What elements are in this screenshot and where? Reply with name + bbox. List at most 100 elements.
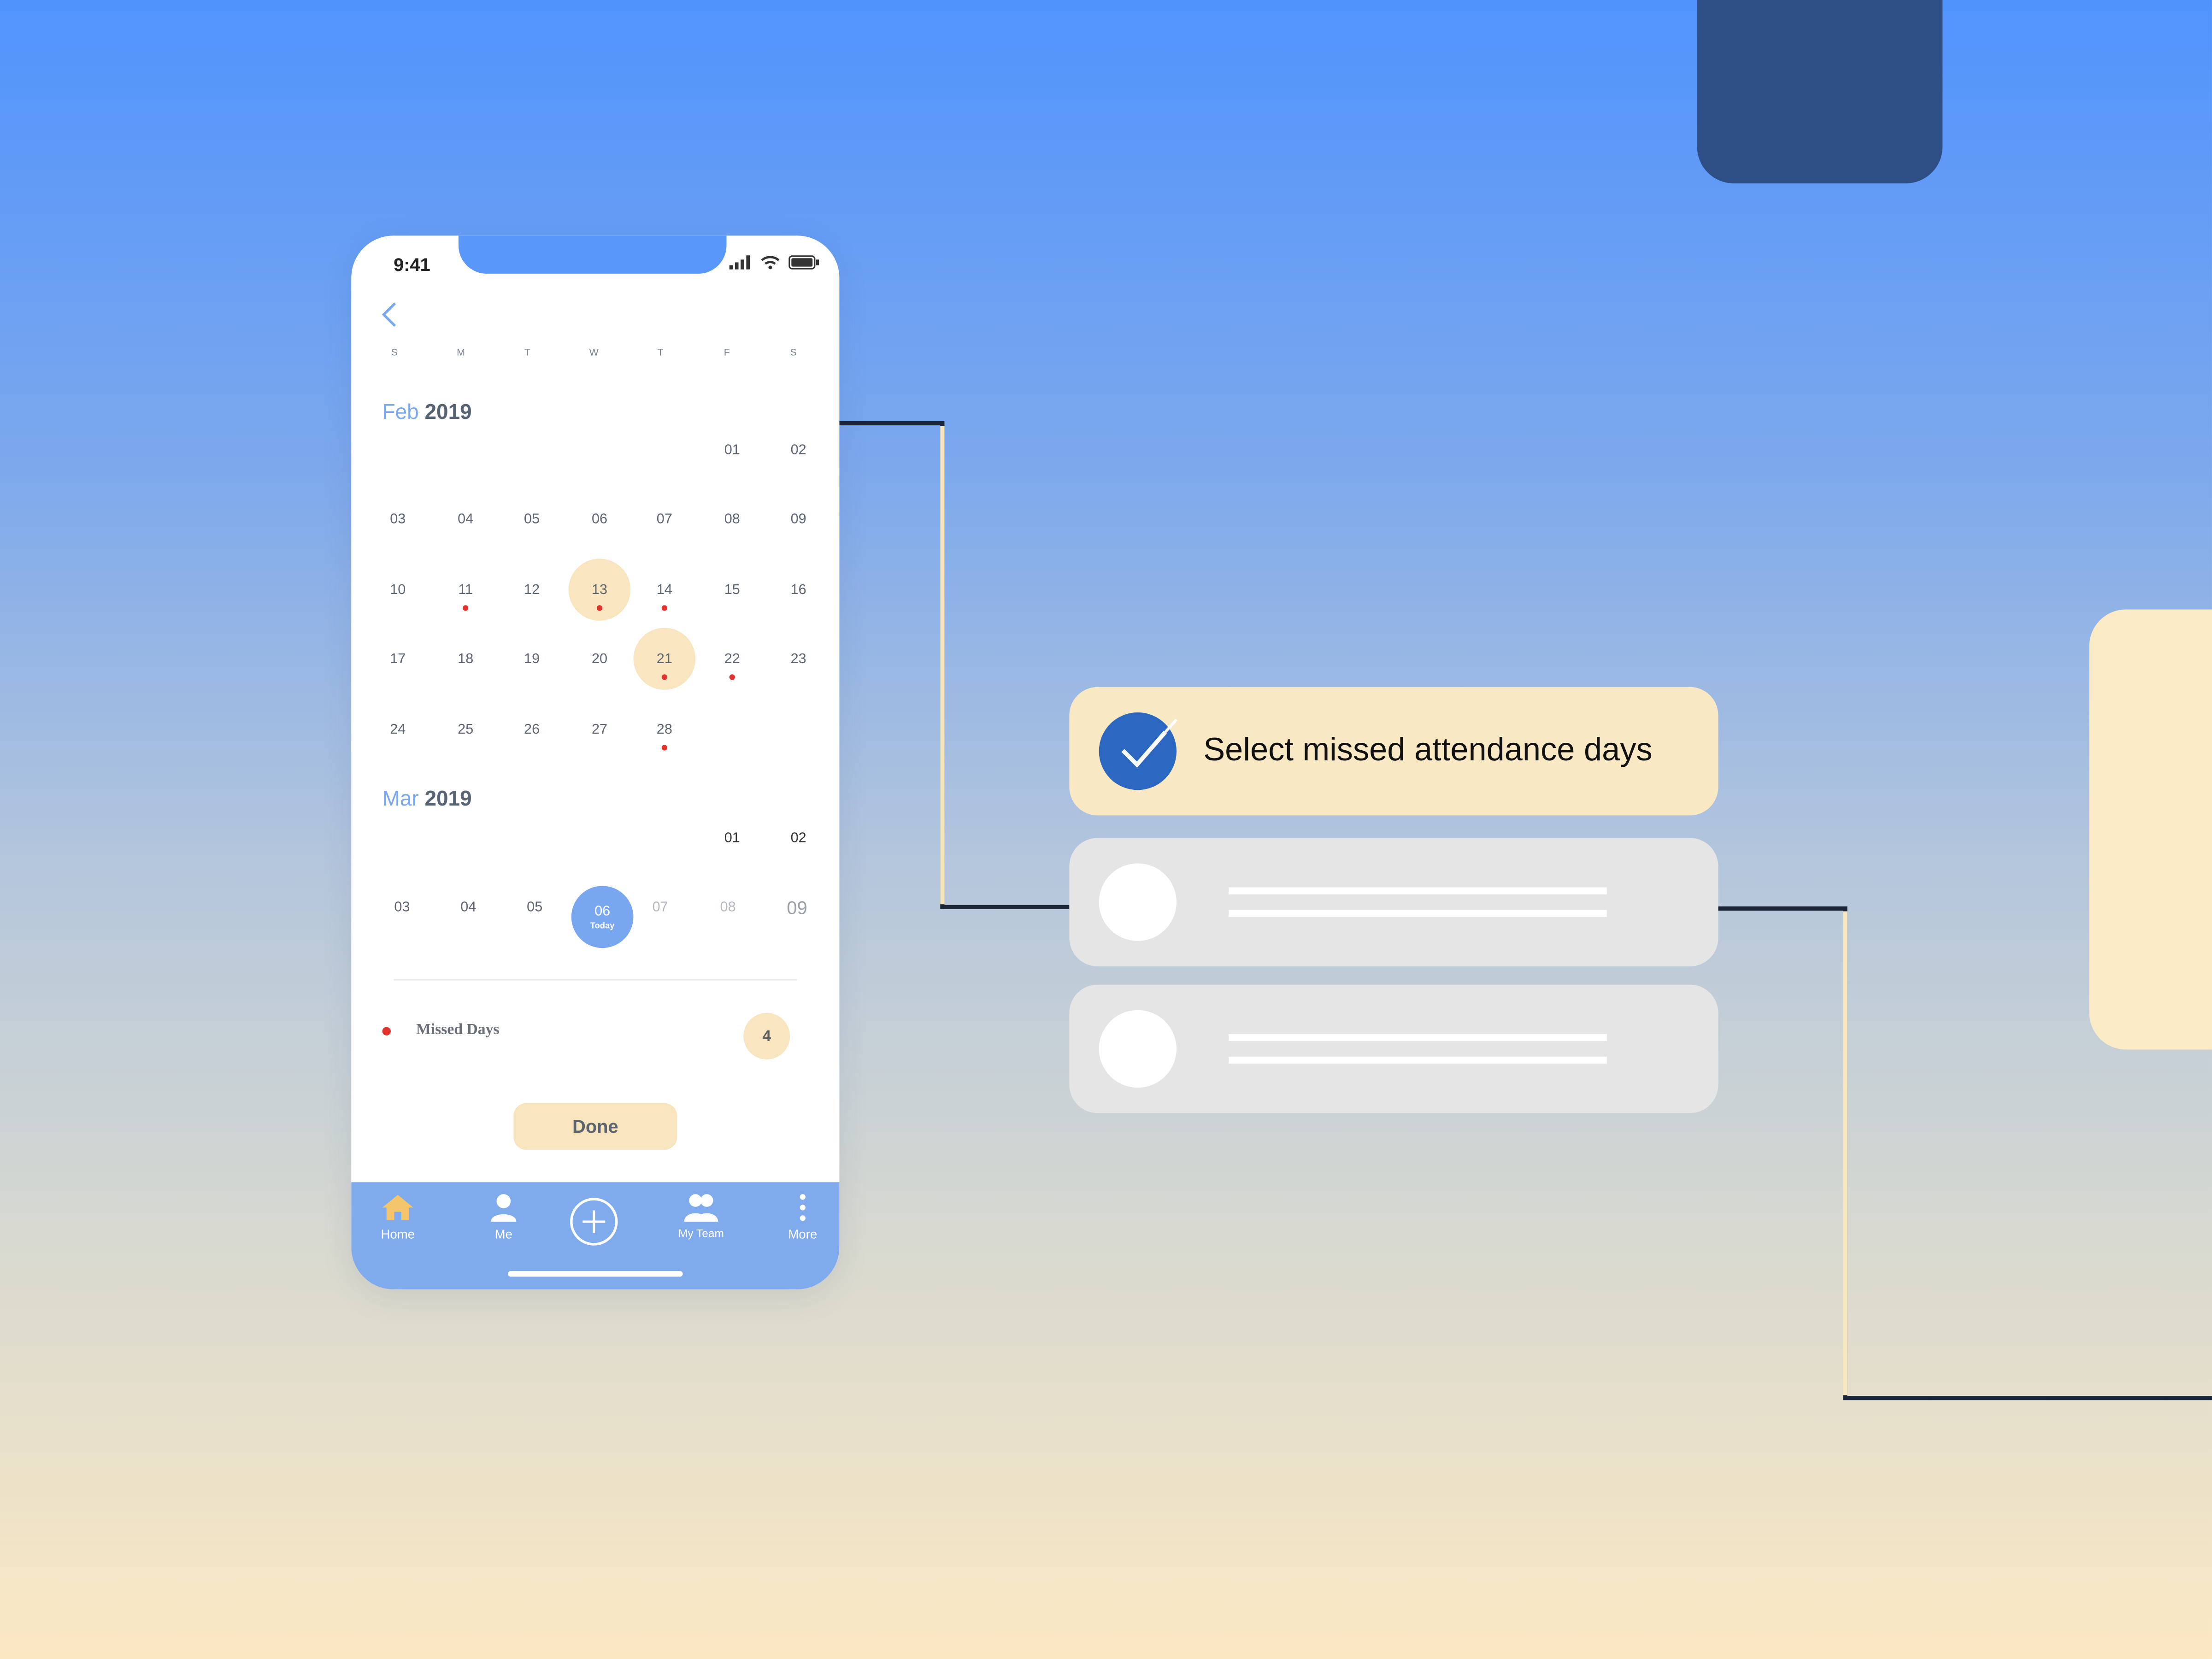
day-number: 09 [787, 896, 807, 918]
phone-notch [458, 235, 727, 274]
missed-day-dot [729, 674, 735, 680]
calendar-day[interactable]: 04 [435, 488, 497, 550]
calendar-day[interactable]: 19 [501, 628, 563, 690]
month-name: Mar [382, 787, 419, 812]
calendar-day[interactable]: 01 [701, 807, 763, 869]
calendar-day[interactable]: 06 Today [571, 886, 634, 948]
day-number: 12 [524, 582, 540, 598]
chevron-left-icon [382, 302, 396, 327]
more-dots-icon [800, 1194, 806, 1221]
radio-circle[interactable] [1099, 863, 1177, 941]
tab-add[interactable] [570, 1198, 618, 1246]
connector-card-to-right [1718, 906, 2212, 1400]
missed-day-dot [463, 605, 469, 611]
calendar-day[interactable]: 08 [701, 488, 763, 550]
day-number: 04 [460, 899, 477, 915]
day-number: 06 [594, 903, 611, 919]
calendar-day[interactable]: 21 [633, 628, 696, 690]
calendar-day[interactable]: 06 [569, 488, 631, 550]
weekday-label: W [589, 348, 599, 359]
divider [394, 979, 797, 981]
missed-day-dot [661, 674, 667, 680]
done-button[interactable]: Done [513, 1103, 677, 1150]
missed-day-dot [596, 605, 603, 611]
tab-me[interactable]: Me [461, 1194, 546, 1241]
calendar-day[interactable]: 02 [767, 419, 830, 481]
day-number: 28 [656, 721, 672, 737]
calendar-day[interactable]: 13 [568, 559, 631, 621]
day-number: 01 [724, 442, 740, 458]
calendar-day[interactable]: 05 [504, 876, 566, 938]
missed-day-dot [661, 605, 667, 611]
check-circle [1099, 712, 1178, 790]
calendar-day[interactable]: 23 [767, 628, 830, 690]
weekday-label: T [524, 348, 530, 359]
add-circle-icon [570, 1198, 618, 1246]
option-title: Select missed attendance days [1203, 730, 1653, 768]
calendar-day[interactable]: 04 [437, 876, 500, 938]
tab-more[interactable]: More [760, 1194, 839, 1241]
calendar-day[interactable]: 03 [371, 876, 433, 938]
status-icons [729, 255, 820, 270]
calendar-day[interactable]: 07 [629, 876, 691, 938]
day-number: 03 [390, 511, 406, 527]
day-number: 19 [524, 651, 540, 667]
canvas: 9:41 S M T W T F S Feb 2019 01 02 03 04 … [0, 0, 2212, 1659]
back-button[interactable] [379, 300, 399, 329]
month-year: 2019 [424, 400, 472, 425]
calendar-day[interactable]: 07 [633, 488, 695, 550]
person-icon [491, 1194, 517, 1222]
tab-home[interactable]: Home [355, 1194, 440, 1241]
day-number: 27 [591, 721, 608, 737]
calendar-day[interactable]: 22 [701, 628, 763, 690]
calendar-day[interactable]: 24 [367, 698, 429, 760]
day-number: 21 [656, 651, 672, 667]
radio-circle[interactable] [1099, 1010, 1177, 1088]
option-card-placeholder[interactable] [1069, 984, 1718, 1113]
calendar-day[interactable]: 20 [569, 628, 631, 690]
calendar-day[interactable]: 16 [767, 559, 830, 621]
calendar-day[interactable]: 27 [569, 698, 631, 760]
calendar-day[interactable]: 11 [435, 559, 497, 621]
missed-dot-legend [382, 1027, 391, 1035]
calendar-day[interactable]: 12 [501, 559, 563, 621]
calendar-day[interactable]: 15 [701, 559, 763, 621]
calendar-day[interactable]: 17 [367, 628, 429, 690]
option-card-placeholder[interactable] [1069, 838, 1718, 966]
tab-label: More [788, 1227, 818, 1241]
calendar-day[interactable]: 09 [766, 876, 828, 938]
bottom-tab-bar: Home Me My Team More [351, 1182, 840, 1289]
option-card-selected[interactable]: Select missed attendance days [1069, 687, 1718, 816]
day-number: 14 [656, 582, 672, 598]
tab-label: Home [381, 1227, 415, 1241]
calendar-day[interactable]: 03 [367, 488, 429, 550]
calendar-day[interactable]: 28 [633, 698, 695, 760]
battery-icon [788, 255, 819, 270]
today-label: Today [590, 922, 615, 930]
placeholder-line [1229, 887, 1607, 894]
day-number: 01 [724, 830, 740, 846]
calendar-day[interactable]: 02 [767, 807, 830, 869]
calendar-day[interactable]: 26 [501, 698, 563, 760]
calendar-day[interactable]: 09 [767, 488, 830, 550]
placeholder-line [1229, 1056, 1607, 1064]
day-number: 08 [724, 511, 740, 527]
calendar-day[interactable]: 10 [367, 559, 429, 621]
day-number: 17 [390, 651, 406, 667]
calendar-day[interactable]: 25 [435, 698, 497, 760]
missed-day-dot [661, 745, 667, 751]
calendar-day[interactable]: 18 [435, 628, 497, 690]
calendar-day[interactable]: 05 [501, 488, 563, 550]
day-number: 03 [394, 899, 410, 915]
day-number: 26 [524, 721, 540, 737]
tab-my-team[interactable]: My Team [659, 1194, 744, 1240]
calendar-day[interactable]: 14 [633, 559, 695, 621]
calendar-day[interactable]: 01 [701, 419, 763, 481]
missed-count-badge: 4 [743, 1012, 790, 1059]
calendar-day[interactable]: 08 [697, 876, 759, 938]
day-number: 15 [724, 582, 740, 598]
day-number: 24 [390, 721, 406, 737]
day-number: 02 [790, 442, 806, 458]
weekday-label: S [790, 348, 797, 359]
weekday-header: S M T W T F S [361, 348, 827, 358]
